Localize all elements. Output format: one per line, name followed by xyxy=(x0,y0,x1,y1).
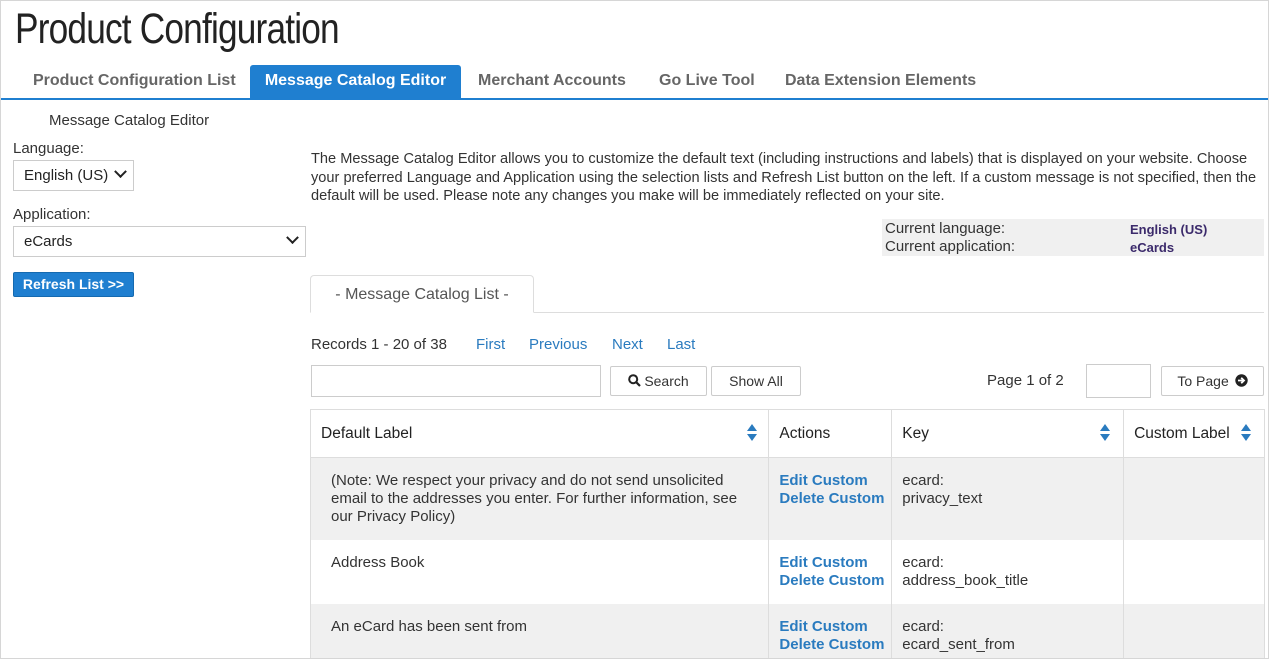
previous-page-link[interactable]: Previous xyxy=(529,336,587,353)
custom-label-cell xyxy=(1123,603,1265,658)
records-count: Records 1 - 20 of 38 xyxy=(311,336,447,353)
default-label-cell: Address Book xyxy=(309,539,770,604)
first-page-link[interactable]: First xyxy=(476,336,505,353)
tab-message-catalog-list[interactable]: - Message Catalog List - xyxy=(310,275,534,313)
key-prefix: ecard: xyxy=(902,617,944,635)
table-row: (Note: We respect your privacy and do no… xyxy=(309,457,1265,540)
key-name: ecard_sent_from xyxy=(902,635,1015,653)
key-cell: ecard: ecard_sent_from xyxy=(891,603,1125,658)
message-catalog-table: Default Label Actions Key Custom Label (… xyxy=(309,409,1265,658)
app-window: Product Configuration Product Configurat… xyxy=(0,0,1269,659)
sort-icon xyxy=(746,424,758,442)
current-language-label: Current language: xyxy=(885,220,1006,237)
column-header-default-label-text: Default Label xyxy=(321,424,413,442)
to-page-button[interactable]: To Page xyxy=(1161,366,1264,396)
column-header-key-text: Key xyxy=(902,424,929,442)
key-cell: ecard: privacy_text xyxy=(891,457,1125,540)
key-name: privacy_text xyxy=(902,490,983,507)
search-button-label: Search xyxy=(644,373,689,389)
column-header-key[interactable]: Key xyxy=(891,409,1125,458)
delete-custom-link[interactable]: Delete Custom xyxy=(779,572,891,590)
page-indicator: Page 1 of 2 xyxy=(987,372,1064,389)
application-label: Application: xyxy=(13,206,91,223)
tab-go-live-tool[interactable]: Go Live Tool xyxy=(643,65,771,98)
key-prefix: ecard: xyxy=(902,553,944,571)
column-header-actions: Actions xyxy=(768,409,893,458)
table-row: An eCard has been sent from Edit Custom … xyxy=(309,603,1265,658)
next-page-link[interactable]: Next xyxy=(612,336,643,353)
sidebar-title: Message Catalog Editor xyxy=(49,112,210,129)
custom-label-cell xyxy=(1123,539,1265,604)
arrow-circle-right-icon xyxy=(1234,374,1248,387)
search-icon xyxy=(628,374,642,387)
chevron-down-icon xyxy=(114,165,127,179)
last-page-link[interactable]: Last xyxy=(667,336,695,353)
delete-custom-link[interactable]: Delete Custom xyxy=(779,490,891,508)
language-select-value: English (US) xyxy=(24,167,109,184)
default-label-cell: An eCard has been sent from xyxy=(309,603,770,658)
page-number-input[interactable] xyxy=(1086,364,1151,398)
key-prefix: ecard: xyxy=(902,472,944,489)
default-label-cell: (Note: We respect your privacy and do no… xyxy=(309,457,770,540)
search-button[interactable]: Search xyxy=(610,366,707,396)
to-page-button-label: To Page xyxy=(1177,373,1229,389)
column-header-default-label[interactable]: Default Label xyxy=(309,409,770,458)
tab-product-configuration-list[interactable]: Product Configuration List xyxy=(17,65,252,98)
page-title: Product Configuration xyxy=(15,5,340,53)
chevron-down-icon xyxy=(286,231,299,245)
edit-custom-link[interactable]: Edit Custom xyxy=(779,472,891,490)
application-select-value: eCards xyxy=(24,233,73,250)
current-selection-box: Current language: English (US) Current a… xyxy=(882,219,1264,256)
current-application-label: Current application: xyxy=(885,238,1016,255)
tab-merchant-accounts[interactable]: Merchant Accounts xyxy=(462,65,642,98)
edit-custom-link[interactable]: Edit Custom xyxy=(779,618,891,636)
tab-data-extension-elements[interactable]: Data Extension Elements xyxy=(769,65,992,98)
key-name: address_book_title xyxy=(902,571,1029,589)
current-language-value: English (US) xyxy=(1130,222,1208,237)
column-header-custom-label[interactable]: Custom Label xyxy=(1123,409,1265,458)
edit-custom-link[interactable]: Edit Custom xyxy=(779,554,891,572)
sort-icon xyxy=(1099,424,1111,442)
actions-cell: Edit Custom Delete Custom xyxy=(768,603,893,658)
key-cell: ecard: address_book_title xyxy=(891,539,1125,604)
actions-cell: Edit Custom Delete Custom xyxy=(768,457,893,540)
application-select[interactable]: eCards xyxy=(13,226,306,257)
actions-cell: Edit Custom Delete Custom xyxy=(768,539,893,604)
main-tabs: Product Configuration List Message Catal… xyxy=(1,65,1268,100)
current-application-value: eCards xyxy=(1130,240,1175,255)
custom-label-cell xyxy=(1123,457,1265,540)
sort-icon xyxy=(1240,424,1252,442)
language-select[interactable]: English (US) xyxy=(13,160,134,191)
tab-message-catalog-editor[interactable]: Message Catalog Editor xyxy=(250,65,461,98)
delete-custom-link[interactable]: Delete Custom xyxy=(779,636,891,654)
show-all-button[interactable]: Show All xyxy=(711,366,801,396)
search-input[interactable] xyxy=(311,365,601,397)
intro-text: The Message Catalog Editor allows you to… xyxy=(311,151,1257,204)
column-header-custom-label-text: Custom Label xyxy=(1134,424,1230,442)
table-row: Address Book Edit Custom Delete Custom e… xyxy=(309,539,1265,604)
refresh-list-button[interactable]: Refresh List >> xyxy=(13,272,134,297)
language-label: Language: xyxy=(13,140,84,157)
